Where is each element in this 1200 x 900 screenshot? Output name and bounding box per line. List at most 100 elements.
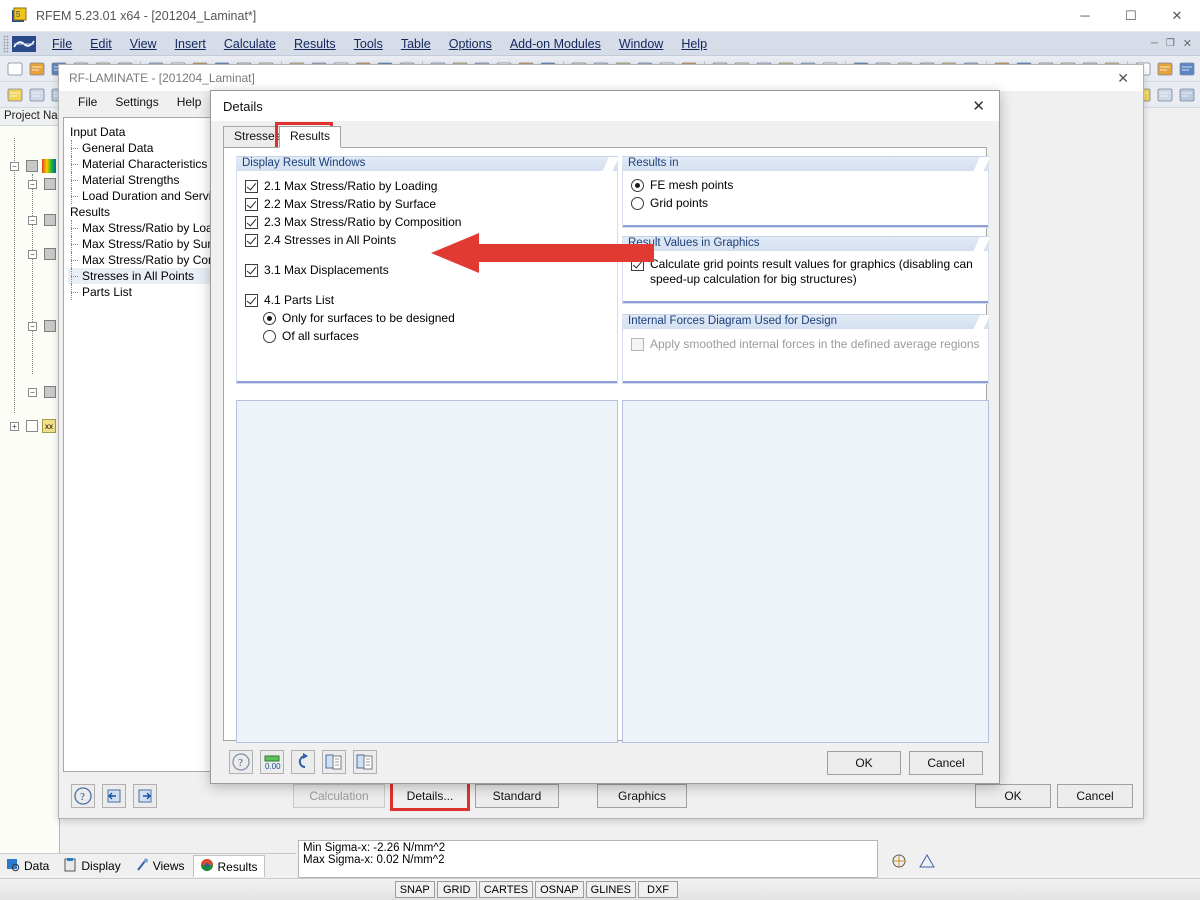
toolbar-icon[interactable] [5, 85, 25, 105]
standard-button[interactable]: Standard [475, 784, 559, 808]
statusbar-cell-cartes[interactable]: CARTES [478, 881, 534, 898]
details-button[interactable]: Details... [396, 787, 464, 805]
checkbox-3-1[interactable] [245, 263, 258, 277]
checkbox-2-2[interactable] [245, 197, 258, 211]
checkbox-row-2-2[interactable]: 2.2 Max Stress/Ratio by Surface [237, 195, 617, 213]
minimize-button[interactable]: ─ [1062, 0, 1108, 32]
units-icon[interactable]: 0.00 [260, 750, 284, 774]
radio-of-all-surfaces[interactable] [263, 329, 276, 343]
checkbox-2-1[interactable] [245, 179, 258, 193]
main-menubar: File Edit View Insert Calculate Results … [0, 32, 1200, 56]
bottom-tab-data-label: Data [24, 859, 50, 873]
window-controls: ─ ☐ ✕ [1062, 0, 1200, 32]
menu-tools[interactable]: Tools [345, 35, 392, 53]
statusbar-cell-dxf[interactable]: DXF [638, 881, 678, 898]
checkbox-row-2-1[interactable]: 2.1 Max Stress/Ratio by Loading [237, 177, 617, 195]
graphics-button[interactable]: Graphics [597, 784, 687, 808]
radio-fe-mesh-points[interactable] [631, 178, 644, 192]
checkbox-calculate-grid-values-label: Calculate grid points result values for … [650, 257, 973, 286]
app-root: 5 RFEM 5.23.01 x64 - [201204_Laminat*] ─… [0, 0, 1200, 900]
radio-row-fe-mesh-points[interactable]: FE mesh points [623, 176, 988, 194]
rf-menu-file[interactable]: File [69, 94, 106, 110]
menu-calculate[interactable]: Calculate [215, 35, 285, 53]
menubar-grip[interactable] [3, 34, 9, 53]
checkbox-apply-smoothed-forces [631, 337, 644, 351]
mdi-restore-icon[interactable]: ❐ [1162, 38, 1179, 49]
help-icon[interactable]: ? [71, 784, 95, 808]
checkbox-row-calc-grid-values[interactable]: Calculate grid points result values for … [623, 251, 988, 289]
rf-menu-settings[interactable]: Settings [106, 94, 167, 110]
snap-settings-icon[interactable] [890, 853, 908, 872]
checkbox-4-1-label: 4.1 Parts List [264, 293, 335, 307]
bottom-tab-results[interactable]: Results [192, 855, 265, 877]
details-dialog: Details ✕ Stresses Results Display Resul… [210, 90, 1000, 784]
status-message-box: Min Sigma-x: -2.26 N/mm^2 Max Sigma-x: 0… [298, 840, 878, 878]
render-mode-icon[interactable] [918, 853, 936, 872]
result-values-in-graphics-group: Result Values in Graphics Calculate grid… [622, 236, 989, 304]
checkbox-4-1[interactable] [245, 293, 258, 307]
details-tabstrip: Stresses Results [223, 122, 987, 152]
maximize-button[interactable]: ☐ [1108, 0, 1154, 32]
statusbar-cell-snap[interactable]: SNAP [394, 881, 435, 898]
statusbar-cell-osnap[interactable]: OSNAP [535, 881, 584, 898]
main-titlebar: 5 RFEM 5.23.01 x64 - [201204_Laminat*] ─… [0, 0, 1200, 32]
checkbox-row-2-3[interactable]: 2.3 Max Stress/Ratio by Composition [237, 213, 617, 231]
mdi-minimize-icon[interactable]: ─ [1147, 38, 1162, 49]
menu-edit[interactable]: Edit [81, 35, 121, 53]
toolbar-icon[interactable] [5, 59, 25, 79]
mdi-close-icon[interactable]: ✕ [1179, 37, 1196, 50]
rf-cancel-button[interactable]: Cancel [1057, 784, 1133, 808]
toolbar-icon[interactable] [1177, 85, 1197, 105]
statusbar-cell-grid[interactable]: GRID [436, 881, 477, 898]
rf-ok-button[interactable]: OK [975, 784, 1051, 808]
next-window-icon[interactable] [133, 784, 157, 808]
radio-grid-points[interactable] [631, 196, 644, 210]
checkbox-2-3[interactable] [245, 215, 258, 229]
internal-forces-diagram-header: Internal Forces Diagram Used for Design [622, 314, 989, 329]
rf-menu-help[interactable]: Help [168, 94, 211, 110]
bottom-tab-views-label: Views [152, 859, 185, 873]
bottom-tab-display[interactable]: Display [57, 856, 126, 877]
help-icon[interactable]: ? [229, 750, 253, 774]
toolbar-icon[interactable] [1155, 85, 1175, 105]
reset-icon[interactable] [291, 750, 315, 774]
project-navigator-tree[interactable]: − − − − − − + xx [0, 126, 59, 456]
svg-text:?: ? [238, 757, 243, 769]
toolbar-icon[interactable] [27, 85, 47, 105]
tab-results[interactable]: Results [279, 126, 342, 148]
copy-left-icon[interactable] [322, 750, 346, 774]
menu-window[interactable]: Window [610, 35, 672, 53]
details-ok-button[interactable]: OK [827, 751, 901, 775]
radio-only-surfaces-designed[interactable] [263, 311, 276, 325]
radio-row-grid-points[interactable]: Grid points [623, 194, 988, 212]
close-button[interactable]: ✕ [1154, 0, 1200, 32]
toolbar-icon[interactable] [1155, 59, 1175, 79]
menu-view[interactable]: View [121, 35, 166, 53]
menu-addon-modules[interactable]: Add-on Modules [501, 35, 610, 53]
details-results-tabpage: Display Result Windows 2.1 Max Stress/Ra… [223, 147, 989, 743]
menu-table[interactable]: Table [392, 35, 440, 53]
rf-laminate-close-button[interactable]: ✕ [1109, 70, 1137, 87]
bottom-tab-data[interactable]: Data [0, 856, 55, 877]
toolbar-icon[interactable] [1177, 59, 1197, 79]
statusbar-cell-glines[interactable]: GLINES [585, 881, 636, 898]
radio-only-surfaces-designed-label: Only for surfaces to be designed [282, 311, 455, 325]
menu-insert[interactable]: Insert [166, 35, 215, 53]
checkbox-row-4-1[interactable]: 4.1 Parts List [237, 291, 617, 309]
details-cancel-button[interactable]: Cancel [909, 751, 983, 775]
details-dialog-close-button[interactable]: ✕ [966, 97, 991, 115]
prev-window-icon[interactable] [102, 784, 126, 808]
toolbar-icon[interactable] [27, 59, 47, 79]
copy-right-icon[interactable] [353, 750, 377, 774]
red-arrow-annotation [431, 233, 654, 273]
results-in-header: Results in [622, 156, 989, 171]
menu-results[interactable]: Results [285, 35, 345, 53]
project-navigator: Project Na − − − − − − + xx [0, 108, 60, 853]
bottom-tab-views[interactable]: Views [129, 856, 191, 877]
menu-help[interactable]: Help [672, 35, 716, 53]
menu-file[interactable]: File [43, 35, 81, 53]
radio-row-only-designed[interactable]: Only for surfaces to be designed [237, 309, 617, 327]
checkbox-2-4[interactable] [245, 233, 258, 247]
radio-row-all-surfaces[interactable]: Of all surfaces [237, 327, 617, 345]
menu-options[interactable]: Options [440, 35, 501, 53]
